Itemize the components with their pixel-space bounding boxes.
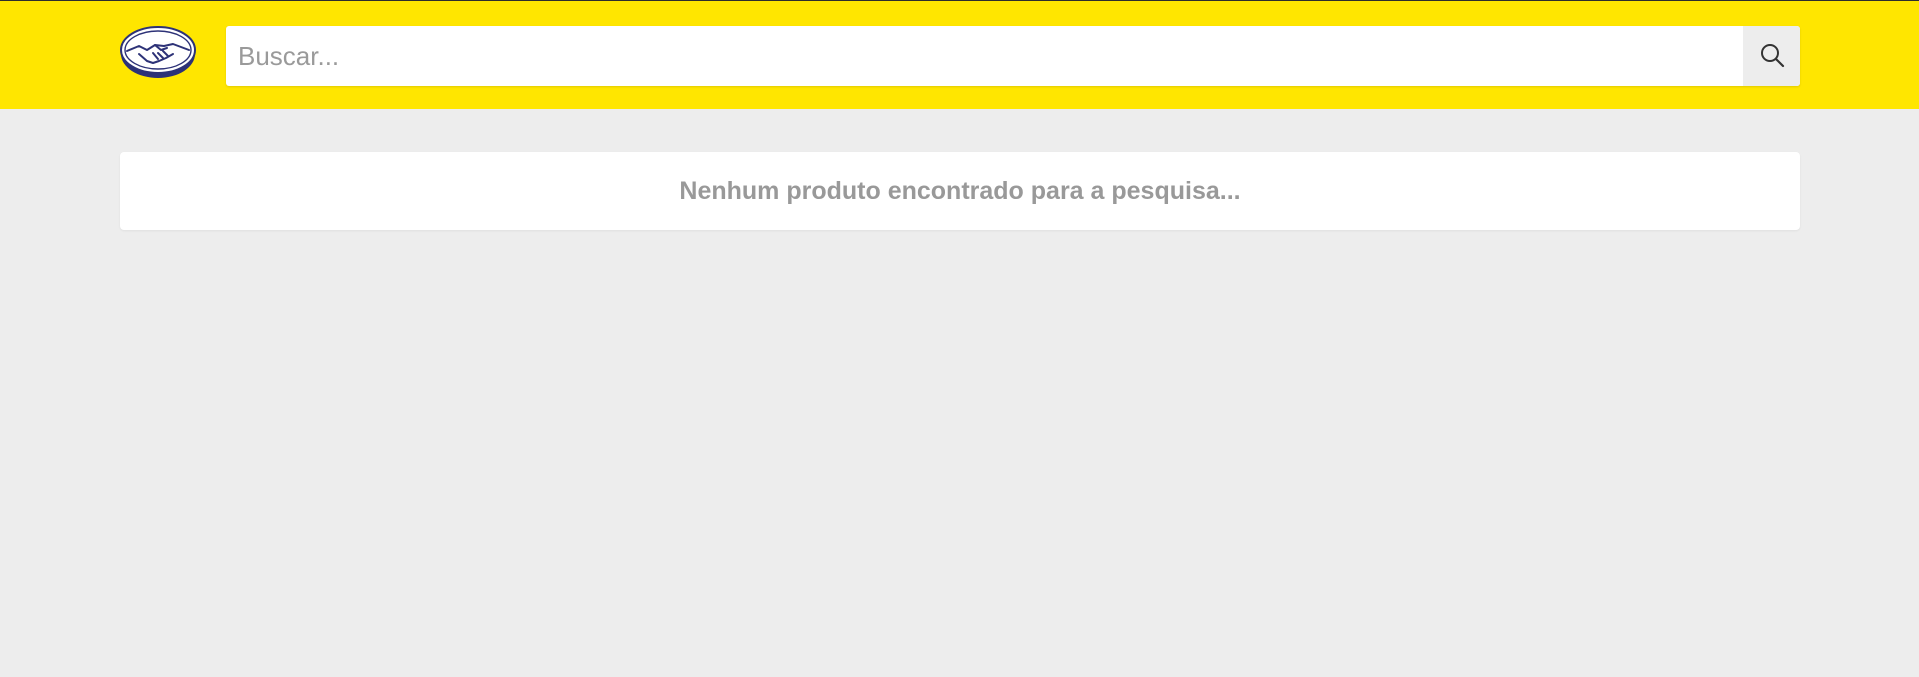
search-bar — [226, 26, 1800, 86]
top-navigation-bar — [0, 0, 1919, 109]
empty-results-message: Nenhum produto encontrado para a pesquis… — [679, 176, 1241, 205]
search-input[interactable] — [226, 26, 1743, 86]
empty-results-card: Nenhum produto encontrado para a pesquis… — [120, 152, 1800, 230]
mercadolivre-handshake-logo-icon[interactable] — [119, 25, 197, 79]
search-button[interactable] — [1743, 26, 1800, 86]
search-icon — [1759, 42, 1785, 71]
